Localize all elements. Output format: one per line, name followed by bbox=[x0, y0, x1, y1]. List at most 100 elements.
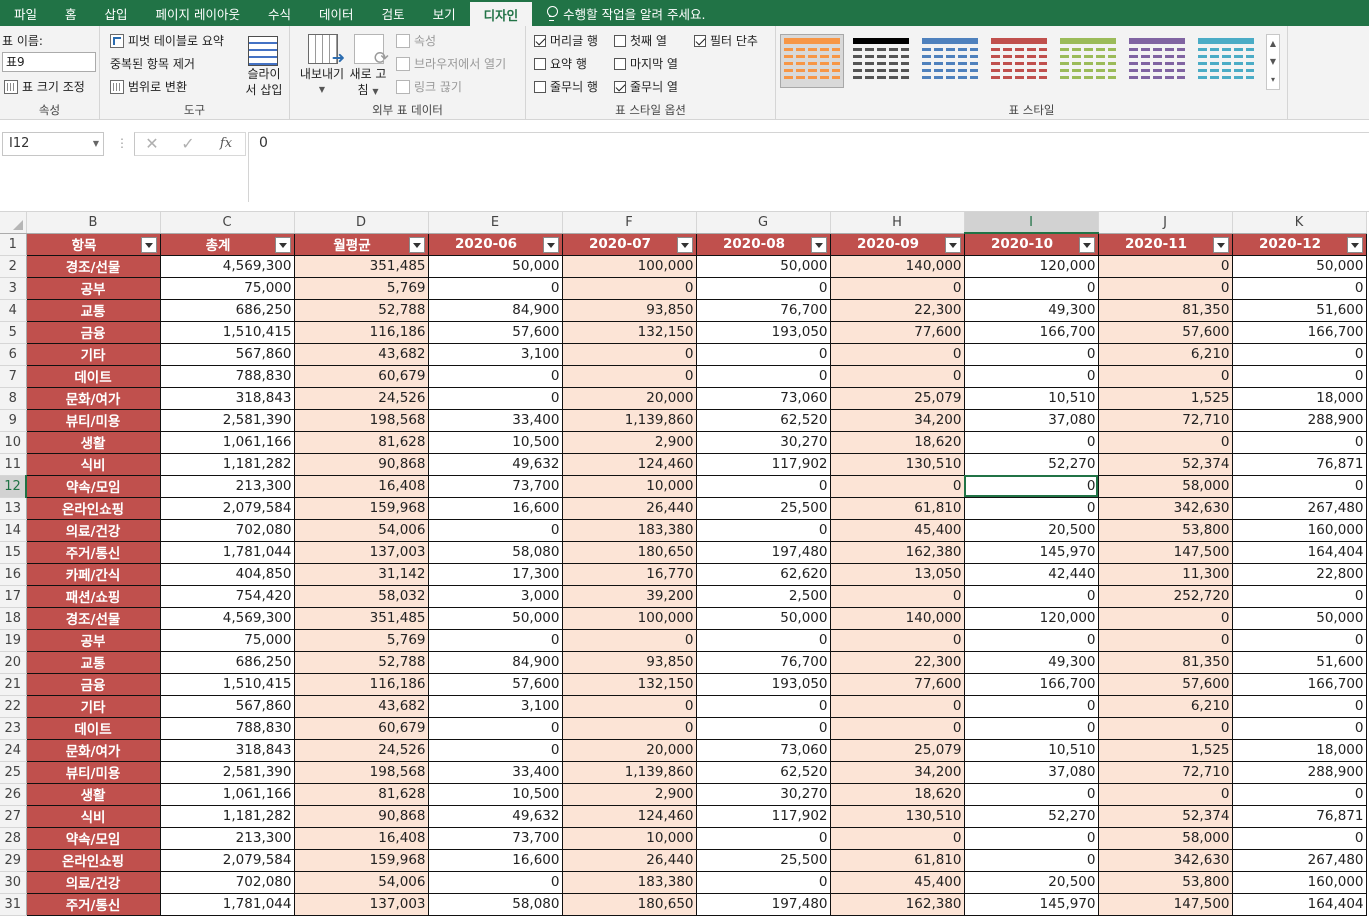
category-cell[interactable]: 경조/선물 bbox=[26, 607, 161, 630]
row-header[interactable]: 14 bbox=[0, 519, 27, 542]
filter-dropdown-icon[interactable] bbox=[1346, 236, 1363, 253]
value-cell[interactable]: 16,770 bbox=[562, 563, 697, 586]
value-cell[interactable]: 0 bbox=[562, 695, 697, 718]
value-cell[interactable]: 10,000 bbox=[562, 827, 697, 850]
category-cell[interactable]: 의료/건강 bbox=[26, 519, 161, 542]
value-cell[interactable]: 0 bbox=[964, 849, 1099, 872]
value-cell[interactable]: 52,788 bbox=[294, 299, 429, 322]
value-cell[interactable]: 84,900 bbox=[428, 299, 563, 322]
value-cell[interactable]: 25,500 bbox=[696, 497, 831, 520]
value-cell[interactable]: 53,800 bbox=[1098, 519, 1233, 542]
row-header[interactable]: 2 bbox=[0, 255, 27, 278]
value-cell[interactable]: 0 bbox=[428, 717, 563, 740]
value-cell[interactable]: 3,100 bbox=[428, 343, 563, 366]
row-header[interactable]: 19 bbox=[0, 629, 27, 652]
value-cell[interactable]: 162,380 bbox=[830, 541, 965, 564]
category-cell[interactable]: 문화/여가 bbox=[26, 739, 161, 762]
value-cell[interactable]: 30,270 bbox=[696, 431, 831, 454]
category-cell[interactable]: 생활 bbox=[26, 431, 161, 454]
value-cell[interactable]: 1,510,415 bbox=[160, 321, 295, 344]
value-cell[interactable]: 20,000 bbox=[562, 387, 697, 410]
value-cell[interactable]: 166,700 bbox=[964, 321, 1099, 344]
value-cell[interactable]: 351,485 bbox=[294, 607, 429, 630]
value-cell[interactable]: 0 bbox=[1232, 783, 1367, 806]
value-cell[interactable]: 116,186 bbox=[294, 673, 429, 696]
value-cell[interactable]: 288,900 bbox=[1232, 761, 1367, 784]
value-cell[interactable]: 137,003 bbox=[294, 893, 429, 916]
value-cell[interactable]: 0 bbox=[1232, 827, 1367, 850]
remove-duplicates-button[interactable]: 중복된 항목 제거 bbox=[110, 55, 195, 281]
filter-dropdown-icon[interactable] bbox=[542, 236, 559, 253]
value-cell[interactable]: 0 bbox=[696, 365, 831, 388]
value-cell[interactable]: 193,050 bbox=[696, 673, 831, 696]
formula-bar-grip-icon[interactable]: ⋮ bbox=[116, 136, 128, 150]
row-header[interactable]: 5 bbox=[0, 321, 27, 344]
value-cell[interactable]: 26,440 bbox=[562, 849, 697, 872]
value-cell[interactable]: 58,080 bbox=[428, 893, 563, 916]
value-cell[interactable]: 76,700 bbox=[696, 299, 831, 322]
banded-rows-checkbox[interactable] bbox=[534, 80, 546, 93]
value-cell[interactable]: 788,830 bbox=[160, 365, 295, 388]
value-cell[interactable]: 180,650 bbox=[562, 893, 697, 916]
row-header[interactable]: 1 bbox=[0, 233, 27, 256]
value-cell[interactable]: 0 bbox=[1098, 717, 1233, 740]
value-cell[interactable]: 77,600 bbox=[830, 321, 965, 344]
table-header-cell[interactable]: 2020-06 bbox=[428, 233, 563, 256]
table-style-swatch[interactable] bbox=[849, 34, 913, 88]
value-cell[interactable]: 6,210 bbox=[1098, 695, 1233, 718]
value-cell[interactable]: 0 bbox=[964, 277, 1099, 300]
column-header-b[interactable]: B bbox=[26, 212, 161, 234]
value-cell[interactable]: 183,380 bbox=[562, 519, 697, 542]
column-header-j[interactable]: J bbox=[1098, 212, 1233, 234]
value-cell[interactable]: 77,600 bbox=[830, 673, 965, 696]
value-cell[interactable]: 25,500 bbox=[696, 849, 831, 872]
value-cell[interactable]: 567,860 bbox=[160, 695, 295, 718]
tab-formulas[interactable]: 수식 bbox=[254, 0, 305, 26]
row-header[interactable]: 17 bbox=[0, 585, 27, 608]
value-cell[interactable]: 2,079,584 bbox=[160, 497, 295, 520]
value-cell[interactable]: 788,830 bbox=[160, 717, 295, 740]
filter-button-checkbox[interactable] bbox=[694, 34, 706, 47]
value-cell[interactable]: 16,408 bbox=[294, 475, 429, 498]
value-cell[interactable]: 0 bbox=[428, 277, 563, 300]
last-column-checkbox[interactable] bbox=[614, 57, 626, 70]
value-cell[interactable]: 0 bbox=[830, 277, 965, 300]
value-cell[interactable]: 75,000 bbox=[160, 629, 295, 652]
value-cell[interactable]: 61,810 bbox=[830, 849, 965, 872]
value-cell[interactable]: 50,000 bbox=[696, 607, 831, 630]
gallery-scrollbar[interactable]: ▲ ▼ ▾ bbox=[1266, 34, 1280, 90]
value-cell[interactable]: 0 bbox=[428, 739, 563, 762]
value-cell[interactable]: 0 bbox=[830, 827, 965, 850]
value-cell[interactable]: 1,061,166 bbox=[160, 431, 295, 454]
row-header[interactable]: 10 bbox=[0, 431, 27, 454]
value-cell[interactable]: 10,510 bbox=[964, 739, 1099, 762]
value-cell[interactable]: 0 bbox=[696, 475, 831, 498]
value-cell[interactable]: 1,525 bbox=[1098, 739, 1233, 762]
value-cell[interactable]: 57,600 bbox=[428, 673, 563, 696]
value-cell[interactable]: 0 bbox=[562, 343, 697, 366]
value-cell[interactable]: 18,620 bbox=[830, 431, 965, 454]
row-header[interactable]: 27 bbox=[0, 805, 27, 828]
value-cell[interactable]: 0 bbox=[964, 497, 1099, 520]
category-cell[interactable]: 금융 bbox=[26, 673, 161, 696]
column-header-e[interactable]: E bbox=[428, 212, 563, 234]
value-cell[interactable]: 60,679 bbox=[294, 365, 429, 388]
value-cell[interactable]: 34,200 bbox=[830, 761, 965, 784]
value-cell[interactable]: 22,300 bbox=[830, 651, 965, 674]
value-cell[interactable]: 198,568 bbox=[294, 409, 429, 432]
value-cell[interactable]: 0 bbox=[428, 387, 563, 410]
value-cell[interactable]: 62,520 bbox=[696, 409, 831, 432]
value-cell[interactable]: 159,968 bbox=[294, 849, 429, 872]
value-cell[interactable]: 2,079,584 bbox=[160, 849, 295, 872]
value-cell[interactable]: 13,050 bbox=[830, 563, 965, 586]
value-cell[interactable]: 0 bbox=[1232, 629, 1367, 652]
category-cell[interactable]: 패션/쇼핑 bbox=[26, 585, 161, 608]
value-cell[interactable]: 81,628 bbox=[294, 431, 429, 454]
value-cell[interactable]: 0 bbox=[1098, 431, 1233, 454]
value-cell[interactable]: 0 bbox=[1098, 629, 1233, 652]
value-cell[interactable]: 49,632 bbox=[428, 453, 563, 476]
value-cell[interactable]: 34,200 bbox=[830, 409, 965, 432]
category-cell[interactable]: 뷰티/미용 bbox=[26, 409, 161, 432]
value-cell[interactable]: 50,000 bbox=[428, 255, 563, 278]
row-header[interactable]: 3 bbox=[0, 277, 27, 300]
